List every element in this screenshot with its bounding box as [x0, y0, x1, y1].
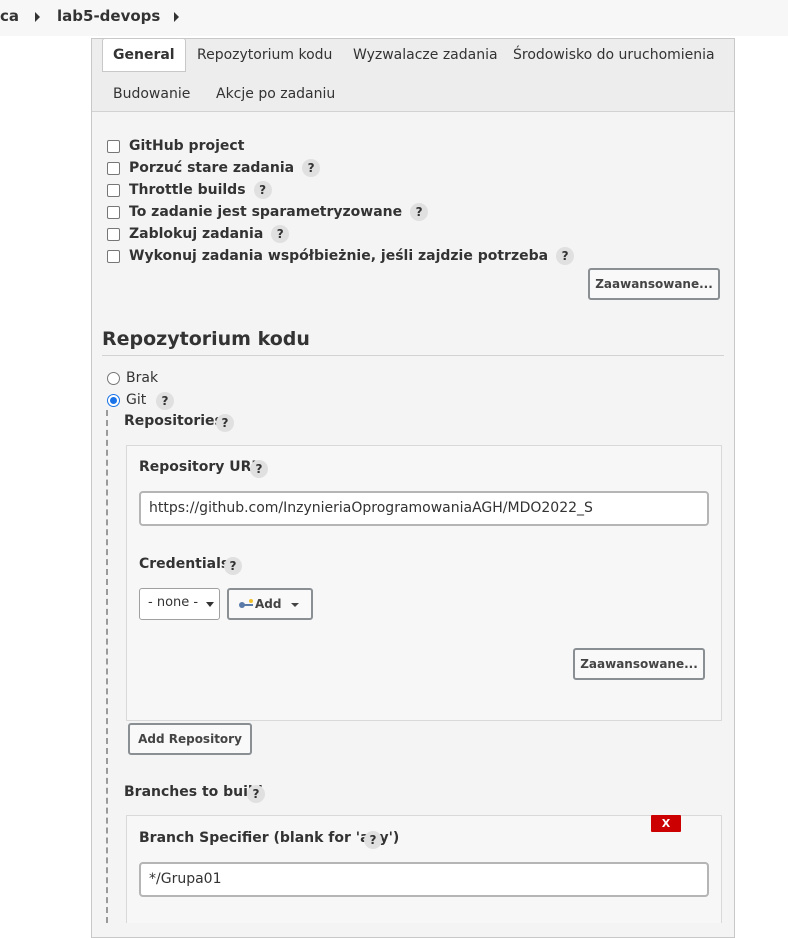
option-disable-builds[interactable]: Zablokuj zadania ?	[106, 224, 290, 244]
radio-none[interactable]	[107, 372, 120, 385]
branch-specifier-input[interactable]: */Grupa01	[139, 862, 709, 897]
tab-general[interactable]: General	[102, 38, 186, 72]
breadcrumb: ca lab5-devops	[0, 0, 788, 36]
option-github-project[interactable]: GitHub project	[106, 136, 244, 156]
caret-down-icon	[290, 602, 299, 607]
checkbox[interactable]	[107, 139, 120, 153]
credentials-label: Credentials	[139, 556, 230, 572]
breadcrumb-item-parent[interactable]: ca	[0, 7, 19, 25]
option-label: Wykonuj zadania współbieżnie, jeśli zajd…	[129, 248, 549, 264]
credentials-select[interactable]: - none -	[139, 588, 220, 620]
checkbox[interactable]	[107, 249, 120, 263]
radio-git[interactable]	[107, 394, 120, 407]
help-icon[interactable]: ?	[556, 247, 575, 265]
option-parameterized[interactable]: To zadanie jest sparametryzowane ?	[106, 202, 429, 222]
option-label: GitHub project	[129, 138, 245, 154]
help-icon[interactable]: ?	[410, 203, 429, 221]
radio-git-label[interactable]: Git	[126, 392, 146, 408]
checkbox[interactable]	[107, 161, 120, 175]
repository-advanced-button[interactable]: Zaawansowane...	[573, 648, 705, 680]
checkbox[interactable]	[107, 227, 120, 241]
radio-none-label[interactable]: Brak	[126, 370, 158, 386]
checkbox[interactable]	[107, 183, 120, 197]
help-icon[interactable]: ?	[247, 785, 265, 803]
delete-branch-button[interactable]: X	[651, 815, 681, 832]
section-divider	[102, 355, 724, 356]
repository-url-label: Repository URL	[139, 459, 261, 475]
add-credentials-button[interactable]: Add	[227, 588, 313, 620]
help-icon[interactable]: ?	[271, 225, 290, 243]
checkbox[interactable]	[107, 205, 120, 219]
add-credentials-label: Add	[255, 597, 282, 611]
tab-environment[interactable]: Środowisko do uruchomienia	[513, 47, 715, 63]
branch-specifier-label: Branch Specifier (blank for 'any')	[139, 830, 400, 846]
section-title-scm: Repozytorium kodu	[102, 328, 310, 350]
help-icon[interactable]: ?	[364, 831, 382, 849]
help-icon[interactable]: ?	[156, 392, 174, 410]
help-icon[interactable]: ?	[224, 557, 242, 575]
repositories-label: Repositories	[124, 413, 223, 429]
option-label: Zablokuj zadania	[129, 226, 264, 242]
general-advanced-button[interactable]: Zaawansowane...	[588, 268, 720, 300]
tab-source-code[interactable]: Repozytorium kodu	[197, 47, 332, 63]
help-icon[interactable]: ?	[253, 181, 272, 199]
option-label: To zadanie jest sparametryzowane	[129, 204, 403, 220]
option-throttle-builds[interactable]: Throttle builds ?	[106, 180, 272, 200]
option-discard-old-builds[interactable]: Porzuć stare zadania ?	[106, 158, 321, 178]
tab-build[interactable]: Budowanie	[113, 86, 190, 102]
branches-to-build-label: Branches to build	[124, 784, 263, 800]
credentials-selected-value: - none -	[148, 595, 199, 610]
key-icon	[239, 598, 255, 609]
help-icon[interactable]: ?	[216, 414, 234, 432]
breadcrumb-dropdown-icon[interactable]	[174, 12, 179, 22]
help-icon[interactable]: ?	[302, 159, 321, 177]
option-concurrent-builds[interactable]: Wykonuj zadania współbieżnie, jeśli zajd…	[106, 246, 575, 266]
option-label: Porzuć stare zadania	[129, 160, 295, 176]
git-section-indicator	[106, 410, 108, 923]
breadcrumb-separator-icon[interactable]	[35, 12, 40, 22]
add-repository-button[interactable]: Add Repository	[128, 723, 252, 755]
tab-triggers[interactable]: Wyzwalacze zadania	[353, 47, 498, 63]
help-icon[interactable]: ?	[250, 460, 268, 478]
chevron-down-icon	[206, 602, 214, 607]
option-label: Throttle builds	[129, 182, 246, 198]
breadcrumb-item-job[interactable]: lab5-devops	[57, 7, 160, 25]
tab-post-build[interactable]: Akcje po zadaniu	[216, 86, 335, 102]
repository-url-input[interactable]: https://github.com/InzynieriaOprogramowa…	[139, 491, 709, 526]
